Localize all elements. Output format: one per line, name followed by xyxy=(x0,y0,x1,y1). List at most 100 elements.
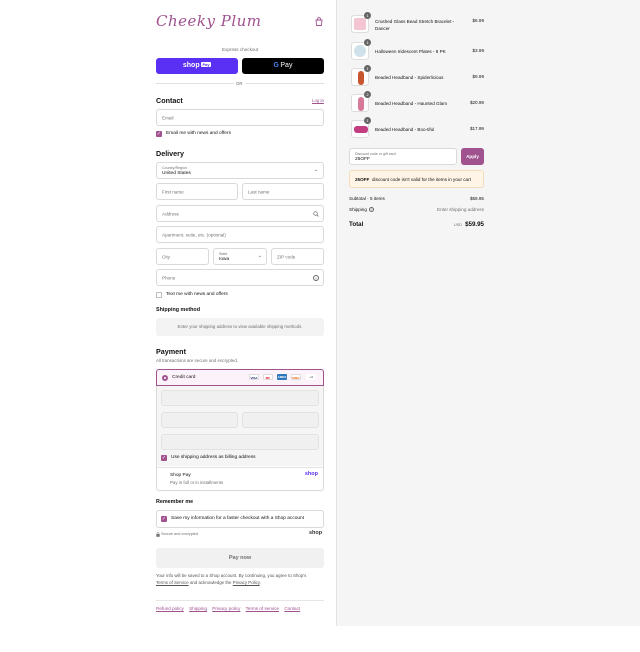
product-image xyxy=(354,45,366,57)
phone-placeholder: Phone xyxy=(162,275,176,280)
save-info-checkbox[interactable]: ✓ xyxy=(161,516,167,522)
pay-now-label: Pay now xyxy=(228,555,252,561)
subtotal-label: Subtotal · 5 items xyxy=(349,196,385,201)
first-name-field[interactable]: First name xyxy=(156,183,238,200)
shipping-method-message: Enter your shipping address to view avai… xyxy=(177,324,303,329)
card-number-field[interactable] xyxy=(161,390,319,406)
shop-pay-badge: Pay xyxy=(201,62,212,67)
cart-item-price: $9.99 xyxy=(472,74,485,79)
legal-and: and acknowledge the xyxy=(189,580,232,585)
chevron-down-icon: ⌄ xyxy=(313,167,318,173)
delivery-title: Delivery xyxy=(156,149,184,158)
shop-pay-logo: shop xyxy=(304,471,318,477)
last-name-field[interactable]: Last name xyxy=(242,183,324,200)
legal-text: Your info will be saved to a Shop accoun… xyxy=(156,572,326,586)
quantity-badge: 2 xyxy=(364,91,371,98)
cart-item-thumb: 2 xyxy=(351,91,371,112)
email-news-label: Email me with news and offers xyxy=(166,131,231,136)
cart-item-price: $6.99 xyxy=(472,18,485,23)
footer-refund-link[interactable]: Refund policy xyxy=(156,606,184,611)
or-divider-left xyxy=(156,83,234,84)
express-checkout-label: Express checkout xyxy=(222,47,259,52)
expiration-field[interactable] xyxy=(161,412,238,428)
apartment-field[interactable]: Apartment, suite, etc. (optional) xyxy=(156,226,324,243)
visa-icon: VISA xyxy=(249,374,259,380)
total-value: $59.95 xyxy=(465,221,484,228)
state-select[interactable]: State Iowa ⌄ xyxy=(213,248,267,265)
google-pay-label: Pay xyxy=(280,62,293,69)
cart-item-price: $3.99 xyxy=(472,48,485,53)
discount-value: 25OFF xyxy=(355,157,370,162)
shop-pay-button[interactable]: shop Pay xyxy=(156,58,238,74)
help-icon[interactable]: ? xyxy=(369,207,374,212)
country-select[interactable]: Country/Region United States ⌄ xyxy=(156,162,324,179)
state-value: Iowa xyxy=(219,257,230,262)
address-placeholder: Address xyxy=(162,211,179,216)
discount-field[interactable]: Discount code or gift card 25OFF xyxy=(349,148,457,165)
email-placeholder: Email xyxy=(162,115,174,120)
city-field[interactable]: City xyxy=(156,248,209,265)
discount-notice: 25OFF discount code isn't valid for the … xyxy=(349,170,484,188)
privacy-link[interactable]: Privacy Policy xyxy=(233,580,260,585)
apply-label: Apply xyxy=(466,154,479,159)
pay-now-button[interactable]: Pay now xyxy=(156,548,324,568)
remember-title: Remember me xyxy=(156,499,194,505)
shop-pay-label: shop xyxy=(182,62,200,69)
cart-item-thumb: 1 xyxy=(351,65,371,86)
text-news-checkbox[interactable] xyxy=(156,292,162,298)
country-value: United States xyxy=(162,171,191,176)
billing-checkbox[interactable]: ✓ xyxy=(161,455,167,461)
cart-item-price: $17.99 xyxy=(469,126,484,131)
phone-field[interactable]: Phone ? xyxy=(156,269,324,286)
discover-icon: DISC xyxy=(291,374,301,380)
subtotal-value: $59.95 xyxy=(469,196,484,201)
notice-code: 25OFF xyxy=(355,177,370,182)
amex-icon: AMEX xyxy=(277,374,287,380)
cart-icon[interactable] xyxy=(314,17,324,27)
email-field[interactable]: Email xyxy=(156,109,324,126)
login-link[interactable]: Log in xyxy=(312,98,324,103)
address-field[interactable]: Address xyxy=(156,205,324,222)
zip-placeholder: ZIP code xyxy=(277,254,296,259)
terms-link[interactable]: Terms of Service xyxy=(156,580,189,585)
search-icon xyxy=(313,211,319,219)
chevron-down-icon: ⌄ xyxy=(257,253,262,259)
quantity-badge: 1 xyxy=(364,12,371,19)
shop-logo: shop xyxy=(309,530,323,536)
quantity-badge: 1 xyxy=(364,117,371,124)
email-news-checkbox[interactable]: ✓ xyxy=(156,131,162,137)
order-summary-panel xyxy=(336,0,640,626)
name-on-card-field[interactable] xyxy=(161,434,319,450)
total-label: Total xyxy=(349,221,364,228)
footer-contact-link[interactable]: Contact xyxy=(284,606,300,611)
country-label: Country/Region xyxy=(162,166,187,170)
shipping-method-title: Shipping method xyxy=(156,307,201,313)
credit-card-label: Credit card xyxy=(172,375,196,380)
brand-logo[interactable]: Cheeky Plum xyxy=(156,12,262,34)
zip-field[interactable]: ZIP code xyxy=(271,248,324,265)
google-pay-button[interactable]: G Pay xyxy=(242,58,324,74)
shop-pay-option-sub: Pay in full or in installments xyxy=(170,480,224,485)
footer-privacy-link[interactable]: Privacy policy xyxy=(212,606,240,611)
shop-pay-option[interactable]: Shop Pay Pay in full or in installments … xyxy=(157,467,323,490)
cart-item-thumb: 1 xyxy=(351,12,371,33)
quantity-badge: 1 xyxy=(364,65,371,72)
text-news-label: Text me with news and offers xyxy=(166,292,228,297)
footer-links: Refund policy Shipping Privacy policy Te… xyxy=(156,606,300,611)
help-icon[interactable]: ? xyxy=(313,274,319,281)
contact-title: Contact xyxy=(156,96,183,105)
shipping-label: Shipping xyxy=(349,207,367,212)
security-code-field[interactable] xyxy=(242,412,319,428)
footer-terms-link[interactable]: Terms of service xyxy=(246,606,279,611)
billing-label: Use shipping address as billing address xyxy=(171,455,256,460)
or-divider-right xyxy=(246,83,324,84)
last-name-placeholder: Last name xyxy=(248,189,270,194)
product-image xyxy=(354,126,368,133)
cart-item-thumb: 1 xyxy=(351,39,371,60)
apply-button[interactable]: Apply xyxy=(461,148,484,165)
footer-shipping-link[interactable]: Shipping xyxy=(189,606,207,611)
credit-card-radio[interactable] xyxy=(162,375,168,381)
secure-label: Secure and encrypted xyxy=(161,532,199,536)
save-info-label: Save my information for a faster checkou… xyxy=(171,516,305,521)
first-name-placeholder: First name xyxy=(162,189,184,194)
